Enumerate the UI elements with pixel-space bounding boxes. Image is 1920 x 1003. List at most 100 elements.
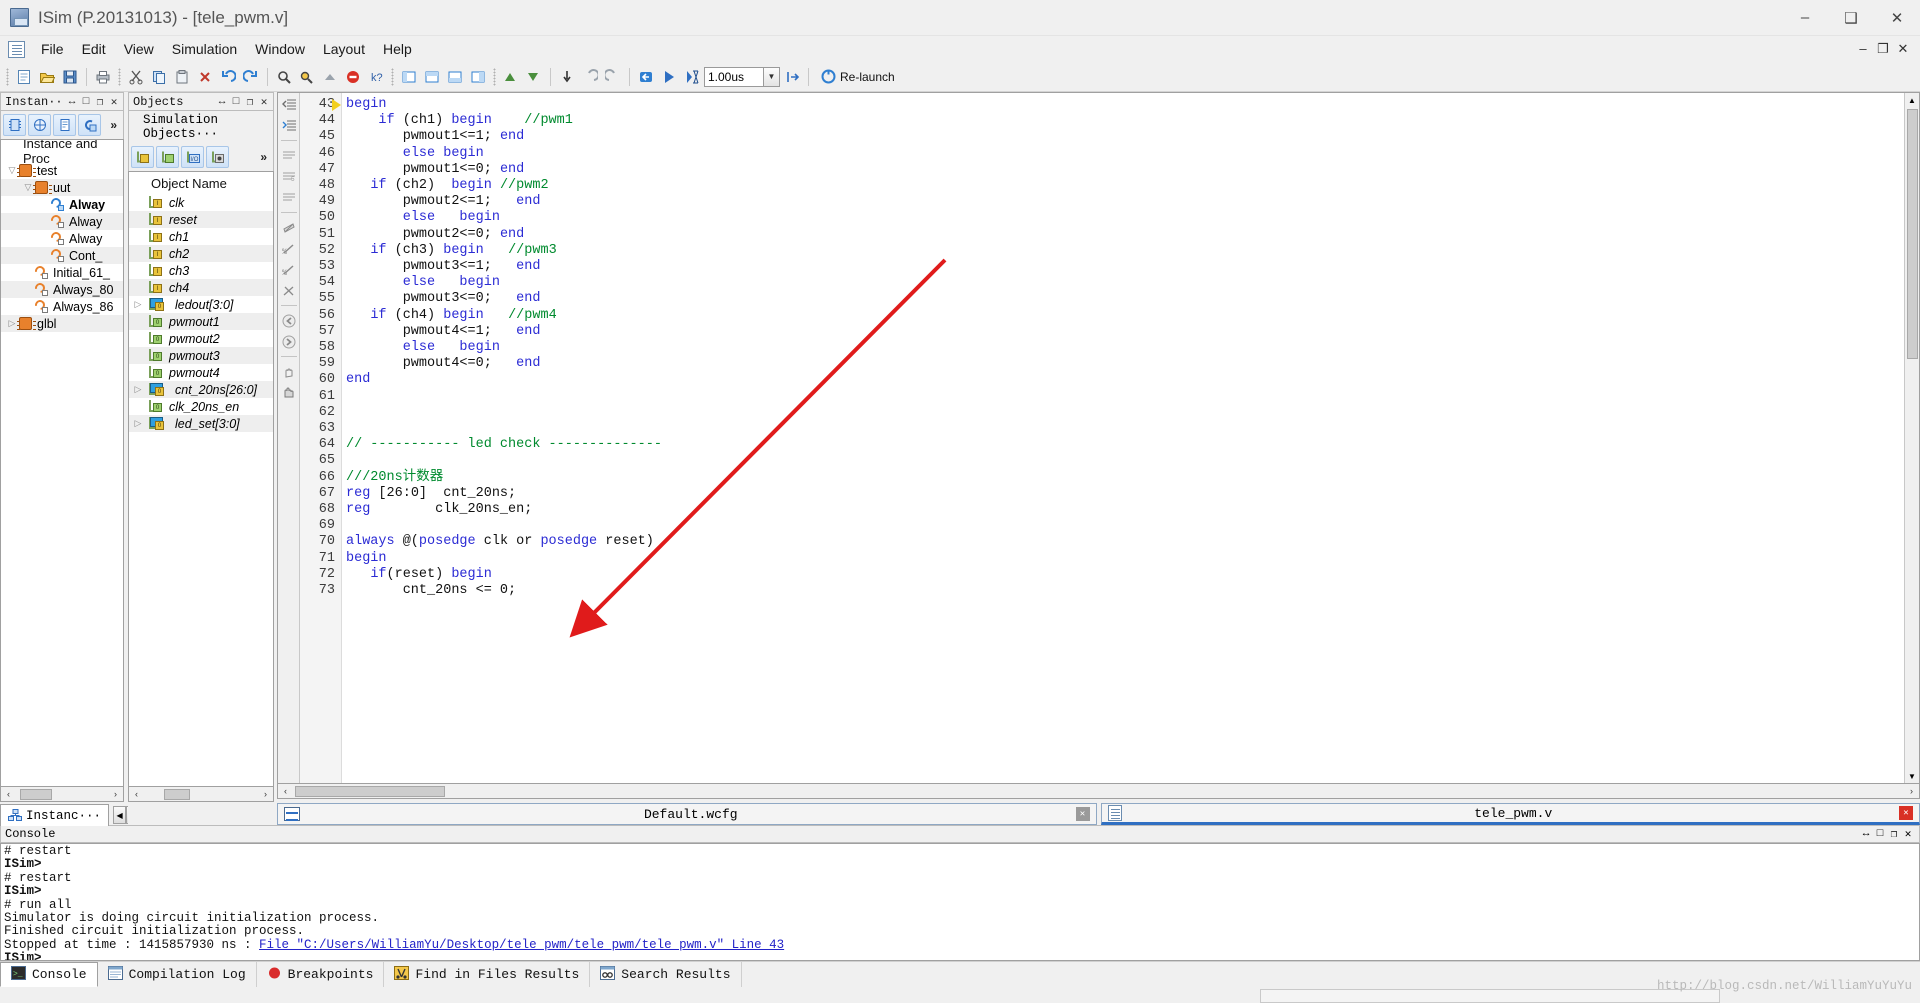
bookmark-clear-icon[interactable]: [280, 283, 298, 298]
toolbar-grip-2[interactable]: [118, 67, 121, 86]
objects-scroll-thumb[interactable]: [164, 788, 190, 800]
tab-prev-icon[interactable]: ◀: [113, 806, 127, 824]
run-time-input[interactable]: [704, 66, 764, 87]
console-tab[interactable]: >_ Console: [0, 962, 98, 987]
blocks-icon[interactable]: [28, 114, 51, 136]
scroll-right-icon[interactable]: ›: [258, 787, 273, 801]
object-row[interactable]: Ich1: [129, 228, 273, 245]
expander-icon[interactable]: ▷: [131, 418, 145, 429]
object-row[interactable]: Ich4: [129, 279, 273, 296]
save-icon[interactable]: [59, 66, 81, 88]
objects-panel-maximize-button[interactable]: □: [229, 96, 243, 108]
instance-panel-float-button[interactable]: ↔: [65, 96, 79, 108]
step-back-icon[interactable]: [579, 66, 601, 88]
maximize-button[interactable]: ❑: [1828, 0, 1874, 36]
process-icon[interactable]: [78, 114, 101, 136]
code-scroll-thumb[interactable]: [1906, 109, 1918, 359]
console-restore-button[interactable]: ❐: [1887, 827, 1901, 841]
instance-panel-maximize-button[interactable]: □: [79, 96, 93, 108]
panel-d-icon[interactable]: [467, 66, 489, 88]
source-code[interactable]: begin if (ch1) begin //pwm1 pwmout1<=1; …: [332, 93, 1904, 783]
grab-icon[interactable]: [280, 385, 298, 400]
scroll-left-icon[interactable]: ‹: [129, 787, 144, 801]
object-row[interactable]: 0 clk_20ns_en: [129, 398, 273, 415]
objects-panel-restore-button[interactable]: ❐: [243, 95, 257, 109]
run-for-icon[interactable]: [681, 66, 703, 88]
instance-tree[interactable]: Instance and Proc ▽ test ▽ uut Alway Alway Alw…: [0, 139, 124, 787]
instance-row[interactable]: Always_80: [1, 281, 123, 298]
internal-filter-icon[interactable]: [206, 146, 229, 168]
instance-hscrollbar[interactable]: ‹ ›: [0, 787, 124, 802]
panel-c-icon[interactable]: [444, 66, 466, 88]
cut-icon[interactable]: [125, 66, 147, 88]
uncomment-alt-icon[interactable]: [280, 190, 298, 205]
uncomment-icon[interactable]: 5: [280, 169, 298, 184]
step-icon[interactable]: [781, 66, 803, 88]
code-vscrollbar[interactable]: ▲ ▼: [1904, 93, 1919, 783]
new-icon[interactable]: [13, 66, 35, 88]
objects-hscrollbar[interactable]: ‹ ›: [128, 787, 274, 802]
relaunch-button[interactable]: Re-launch: [814, 66, 902, 88]
object-row[interactable]: Ireset: [129, 211, 273, 228]
object-row[interactable]: 0 pwmout3: [129, 347, 273, 364]
console-output[interactable]: # restart ISim> # restart ISim> # run all Sim…: [0, 843, 1920, 961]
outdent-icon[interactable]: [280, 97, 298, 112]
mdi-close-button[interactable]: ✕: [1894, 41, 1912, 57]
editor-tab[interactable]: tele_pwm.v ✕: [1100, 803, 1920, 825]
indent-icon[interactable]: [280, 118, 298, 133]
objects-panel-close-button[interactable]: ✕: [257, 95, 271, 109]
object-row[interactable]: 0 pwmout1: [129, 313, 273, 330]
scroll-right-icon[interactable]: ›: [108, 787, 123, 801]
undo-icon[interactable]: [217, 66, 239, 88]
panel-a-icon[interactable]: [398, 66, 420, 88]
console-tab[interactable]: Search Results: [590, 962, 742, 987]
code-view[interactable]: 43 44 45 46 47 48 49 50 51 52 53 54 55 56 57 58 59 60 61 62…: [300, 93, 1904, 783]
console-maximize-button[interactable]: □: [1873, 828, 1887, 840]
expander-icon[interactable]: ▷: [131, 299, 145, 310]
stop-icon[interactable]: [342, 66, 364, 88]
instance-row[interactable]: ▽ uut: [1, 179, 123, 196]
menu-view[interactable]: View: [115, 38, 163, 60]
forward-icon[interactable]: [280, 334, 298, 349]
instance-row[interactable]: Cont_: [1, 247, 123, 264]
scroll-up-icon[interactable]: ▲: [1906, 93, 1919, 107]
instance-row[interactable]: Alway: [1, 230, 123, 247]
output-filter-icon[interactable]: [156, 146, 179, 168]
object-row[interactable]: Ich2: [129, 245, 273, 262]
find-icon[interactable]: [273, 66, 295, 88]
bookmark-next-icon[interactable]: %: [280, 241, 298, 256]
bookmark-icon[interactable]: [280, 220, 298, 235]
console-tab[interactable]: Find in Files Results: [384, 962, 591, 987]
expander-icon[interactable]: ▽: [5, 165, 19, 176]
step-forward-icon[interactable]: [602, 66, 624, 88]
mdi-restore-button[interactable]: ❐: [1874, 41, 1892, 57]
comment-icon[interactable]: [280, 148, 298, 163]
instance-panel-restore-button[interactable]: ❐: [93, 95, 107, 109]
delete-icon[interactable]: [194, 66, 216, 88]
restart-icon[interactable]: [635, 66, 657, 88]
instances-icon[interactable]: [3, 114, 26, 136]
redo-icon[interactable]: [240, 66, 262, 88]
object-row[interactable]: ▷ 0 ledout[3:0]: [129, 296, 273, 313]
status-resize-grip[interactable]: [1260, 989, 1720, 1003]
editor-tab[interactable]: Default.wcfg ✕: [277, 803, 1097, 825]
tab-instances[interactable]: Instanc···: [0, 804, 110, 826]
back-icon[interactable]: [280, 313, 298, 328]
expander-icon[interactable]: ▽: [21, 182, 35, 193]
console-file-link[interactable]: File "C:/Users/WilliamYu/Desktop/tele pw…: [259, 938, 784, 952]
instance-row[interactable]: Always_86: [1, 298, 123, 315]
menu-layout[interactable]: Layout: [314, 38, 374, 60]
instance-row[interactable]: Alway: [1, 213, 123, 230]
menu-file[interactable]: File: [32, 38, 73, 60]
open-icon[interactable]: [36, 66, 58, 88]
instance-panel-overflow-button[interactable]: »: [110, 118, 121, 132]
zoom-in-icon[interactable]: [500, 66, 522, 88]
instance-row[interactable]: Initial_61_: [1, 264, 123, 281]
object-row[interactable]: 0 pwmout2: [129, 330, 273, 347]
console-close-button[interactable]: ✕: [1901, 827, 1915, 841]
objects-list[interactable]: Object Name Iclk Ireset Ich1 Ich2 Ich3 Ich4 ▷ 0…: [128, 171, 274, 787]
scroll-down-icon[interactable]: ▼: [1906, 769, 1919, 783]
scroll-right-icon[interactable]: ›: [1904, 784, 1919, 798]
scroll-left-icon[interactable]: ‹: [1, 787, 16, 801]
code-hscrollbar[interactable]: ‹ ›: [277, 784, 1920, 799]
